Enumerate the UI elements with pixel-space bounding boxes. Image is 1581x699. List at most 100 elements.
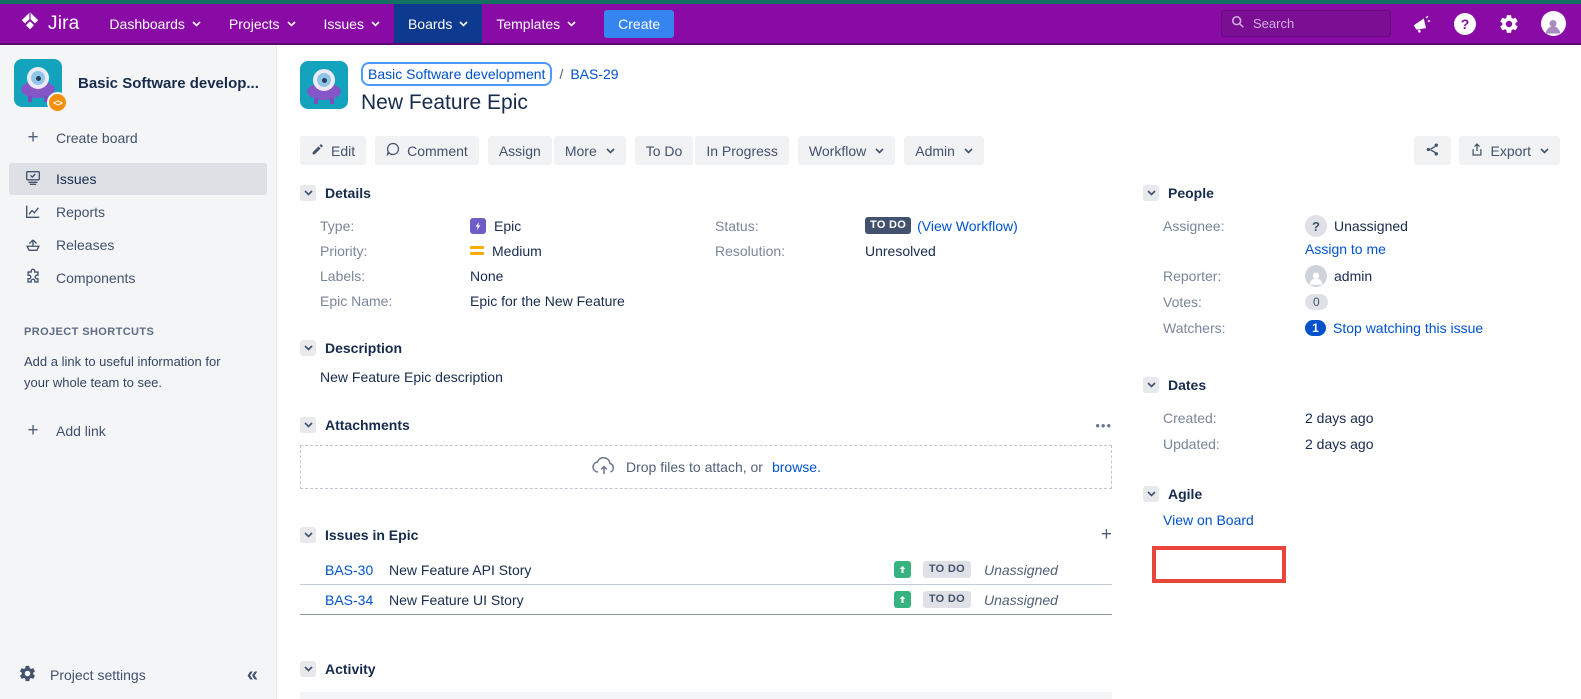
view-workflow-link[interactable]: (View Workflow) xyxy=(917,218,1018,234)
attachments-dropzone[interactable]: Drop files to attach, or browse. xyxy=(300,445,1112,489)
details-section-header: Details xyxy=(300,183,1112,203)
people-section-title: People xyxy=(1168,185,1214,201)
collapse-section-icon[interactable] xyxy=(1143,486,1159,502)
export-button-label: Export xyxy=(1491,143,1531,159)
jira-logo[interactable]: Jira xyxy=(0,4,95,43)
edit-button[interactable]: Edit xyxy=(300,136,366,165)
watchers-row: Watchers: 1 Stop watching this issue xyxy=(1143,315,1563,341)
issue-summary[interactable]: New Feature UI Story xyxy=(389,592,894,608)
sidebar-item-components[interactable]: Components xyxy=(9,262,267,294)
attachments-more-icon[interactable]: ••• xyxy=(1095,418,1112,433)
share-icon xyxy=(1425,142,1440,160)
settings-gear-icon[interactable] xyxy=(1495,10,1523,38)
people-fields: Assignee: ? Unassigned Assign to me Repo… xyxy=(1143,213,1563,341)
attachments-section: Attachments ••• Drop files to attach, or… xyxy=(300,415,1112,489)
issues-in-epic-list: BAS-30 New Feature API Story TO DO Unass… xyxy=(300,555,1112,615)
announcements-icon[interactable] xyxy=(1407,10,1435,38)
description-section: Description New Feature Epic description xyxy=(300,338,1112,385)
user-avatar[interactable] xyxy=(1539,10,1567,38)
create-board-label: Create board xyxy=(56,130,138,146)
collapse-section-icon[interactable] xyxy=(300,417,316,433)
issue-key-link[interactable]: BAS-30 xyxy=(325,562,389,578)
todo-transition-button[interactable]: To Do xyxy=(635,136,694,165)
top-navigation: Jira Dashboards Projects Issues Boards T… xyxy=(0,0,1581,45)
status-badge: TO DO xyxy=(865,217,911,234)
chevron-down-icon xyxy=(459,21,468,27)
votes-count-badge[interactable]: 0 xyxy=(1305,294,1328,310)
issue-summary[interactable]: New Feature API Story xyxy=(389,562,894,578)
sidebar-menu: Issues Reports Releases xyxy=(0,163,276,294)
help-icon[interactable]: ? xyxy=(1451,10,1479,38)
breadcrumb-separator: / xyxy=(559,66,563,82)
nav-item-dashboards[interactable]: Dashboards xyxy=(95,4,215,43)
watchers-value: 1 Stop watching this issue xyxy=(1305,320,1483,336)
admin-button[interactable]: Admin xyxy=(904,136,984,165)
chevron-down-icon xyxy=(192,21,201,27)
share-button[interactable] xyxy=(1414,136,1451,165)
sidebar-item-issues[interactable]: Issues xyxy=(9,163,267,195)
breadcrumb: Basic Software development / BAS-29 xyxy=(361,62,619,86)
collapse-section-icon[interactable] xyxy=(300,340,316,356)
sidebar-item-reports[interactable]: Reports xyxy=(9,196,267,228)
search-box[interactable] xyxy=(1221,10,1391,37)
create-board-button[interactable]: + Create board xyxy=(0,121,276,155)
sidebar-item-releases[interactable]: Releases xyxy=(9,229,267,261)
nav-item-issues[interactable]: Issues xyxy=(310,4,394,43)
comment-button[interactable]: Comment xyxy=(375,136,479,165)
project-shortcuts-text: Add a link to useful information for you… xyxy=(24,352,240,394)
add-link-button[interactable]: + Add link xyxy=(0,414,276,448)
avatar-iris xyxy=(317,73,331,87)
collapse-section-icon[interactable] xyxy=(1143,185,1159,201)
assign-to-me-link[interactable]: Assign to me xyxy=(1305,241,1386,257)
issues-icon xyxy=(24,169,42,190)
issue-left-column: Details Type: Epic Status: TO DO (View W… xyxy=(300,183,1112,699)
project-avatar[interactable]: <> xyxy=(14,59,62,107)
view-on-board-link[interactable]: View on Board xyxy=(1163,512,1254,528)
collapse-section-icon[interactable] xyxy=(300,527,316,543)
more-button[interactable]: More xyxy=(554,136,626,165)
search-input[interactable] xyxy=(1253,16,1381,31)
epic-issue-row[interactable]: BAS-34 New Feature UI Story TO DO Unassi… xyxy=(300,585,1112,615)
breadcrumb-issue-link[interactable]: BAS-29 xyxy=(570,66,618,82)
issues-in-epic-section: Issues in Epic + BAS-30 New Feature API … xyxy=(300,525,1112,615)
sidebar-item-label: Releases xyxy=(56,237,114,253)
description-text[interactable]: New Feature Epic description xyxy=(320,369,1112,385)
nav-item-boards[interactable]: Boards xyxy=(394,4,482,43)
nav-item-label: Dashboards xyxy=(109,16,185,32)
reporter-avatar-icon xyxy=(1305,265,1327,287)
details-section-title: Details xyxy=(325,185,371,201)
add-issue-icon[interactable]: + xyxy=(1101,524,1112,546)
collapse-section-icon[interactable] xyxy=(1143,377,1159,393)
collapse-section-icon[interactable] xyxy=(300,661,316,677)
assign-to-me-row: Assign to me xyxy=(1143,241,1563,257)
nav-item-projects[interactable]: Projects xyxy=(215,4,310,43)
stop-watching-link[interactable]: Stop watching this issue xyxy=(1333,320,1483,336)
epic-issue-row[interactable]: BAS-30 New Feature API Story TO DO Unass… xyxy=(300,555,1112,585)
nav-item-templates[interactable]: Templates xyxy=(482,4,590,43)
search-icon xyxy=(1231,15,1245,32)
browse-link[interactable]: browse. xyxy=(772,459,821,475)
dates-section-header: Dates xyxy=(1143,375,1563,395)
plus-icon: + xyxy=(24,131,42,145)
reporter-label: Reporter: xyxy=(1163,268,1305,284)
type-value: Epic xyxy=(470,218,715,234)
updated-label: Updated: xyxy=(1163,436,1305,452)
export-button[interactable]: Export xyxy=(1459,136,1560,165)
project-settings-label[interactable]: Project settings xyxy=(50,667,146,683)
create-button[interactable]: Create xyxy=(604,10,674,38)
issue-right-column: People Assignee: ? Unassigned Assign to … xyxy=(1143,183,1563,528)
issue-status-badge: TO DO xyxy=(923,561,971,578)
collapse-section-icon[interactable] xyxy=(300,185,316,201)
breadcrumb-project-link[interactable]: Basic Software development xyxy=(361,62,552,86)
resolution-value: Unresolved xyxy=(865,243,1112,259)
in-progress-transition-button[interactable]: In Progress xyxy=(695,136,789,165)
workflow-button[interactable]: Workflow xyxy=(798,136,895,165)
releases-icon xyxy=(24,235,42,256)
story-type-icon xyxy=(894,561,911,578)
watchers-count-badge[interactable]: 1 xyxy=(1305,320,1326,336)
nav-item-label: Issues xyxy=(324,16,364,32)
chevron-down-icon xyxy=(567,21,576,27)
collapse-sidebar-icon[interactable]: « xyxy=(247,664,258,687)
issue-key-link[interactable]: BAS-34 xyxy=(325,592,389,608)
assign-button[interactable]: Assign xyxy=(488,136,552,165)
